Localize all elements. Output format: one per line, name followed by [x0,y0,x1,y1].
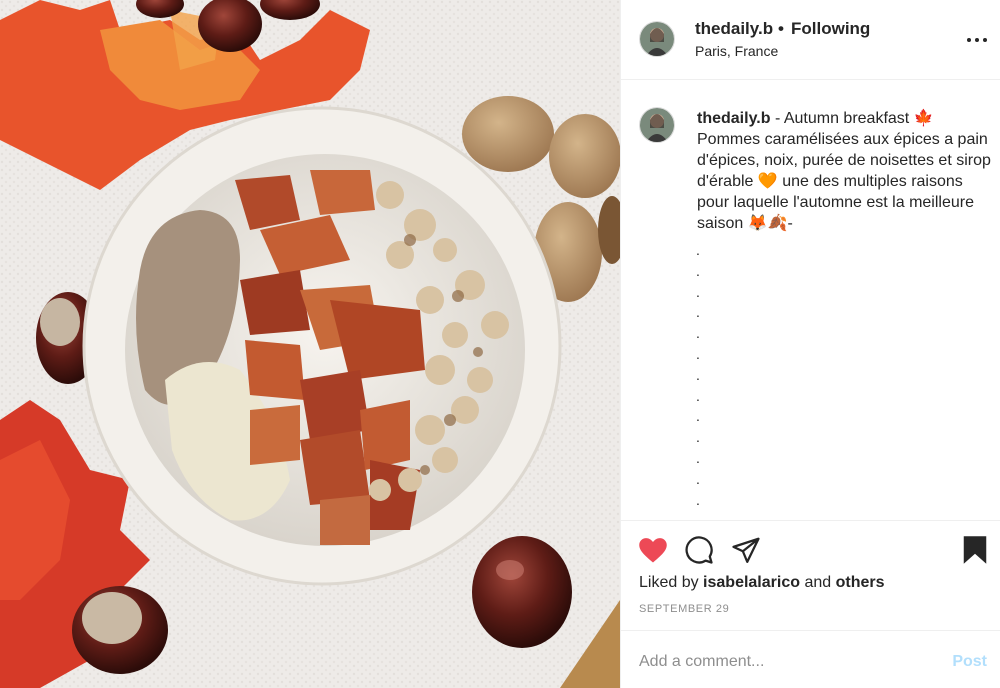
send-icon[interactable] [731,535,761,565]
caption-dot-line: . [696,366,700,383]
caption-avatar[interactable] [639,107,675,143]
bookmark-filled-icon[interactable] [962,535,988,565]
caption-dot-line: . [696,242,700,258]
post-actions: Liked by isabelalarico and others SEPTEM… [621,520,1000,630]
caption-dot-line: . [696,470,700,487]
likes-prefix: Liked by [639,574,704,591]
caption-dot-line: . [696,325,700,342]
caption-dot-line: . [696,387,700,404]
post-sidebar: thedaily.b • Following Paris, France the… [620,0,1000,688]
comments-section: thedaily.b - Autumn breakfast 🍁 Pommes c… [621,80,1000,520]
location-link[interactable]: Paris, France [695,43,778,59]
caption-text: - Autumn breakfast 🍁 Pommes caramélisées… [697,110,991,232]
heart-filled-icon[interactable] [638,536,668,564]
more-horizontal-icon[interactable] [967,30,987,50]
liked-by-user-link[interactable]: isabelalarico [703,574,800,591]
caption-dot-line: . [696,304,700,321]
likes-summary: Liked by isabelalarico and others [639,574,885,592]
caption-dots: . . . . . . . . . . . . . [696,240,700,510]
header-username[interactable]: thedaily.b [695,19,773,39]
comment-icon[interactable] [684,535,714,565]
post-caption: thedaily.b - Autumn breakfast 🍁 Pommes c… [697,108,991,234]
post-date[interactable]: SEPTEMBER 29 [639,603,729,615]
following-button[interactable]: Following [791,19,870,39]
caption-dot-line: . [696,408,700,425]
comment-input[interactable] [639,643,929,681]
caption-dot-line: . [696,283,700,300]
likes-others-link[interactable]: others [836,574,885,591]
post-photo[interactable] [0,0,620,688]
post-button[interactable]: Post [952,653,987,671]
avatar[interactable] [639,21,675,57]
caption-dot-line: . [696,262,700,279]
header-separator: • [778,19,784,38]
caption-dot-line: . [696,449,700,466]
caption-dot-line: . [696,429,700,446]
add-comment-form: Post [621,630,1000,688]
breakfast-bowl-image [0,0,620,688]
caption-username[interactable]: thedaily.b [697,110,771,127]
caption-dot-line: . [696,491,700,508]
post-header: thedaily.b • Following Paris, France [621,0,1000,80]
caption-dot-line: . [696,345,700,362]
likes-middle: and [800,574,836,591]
